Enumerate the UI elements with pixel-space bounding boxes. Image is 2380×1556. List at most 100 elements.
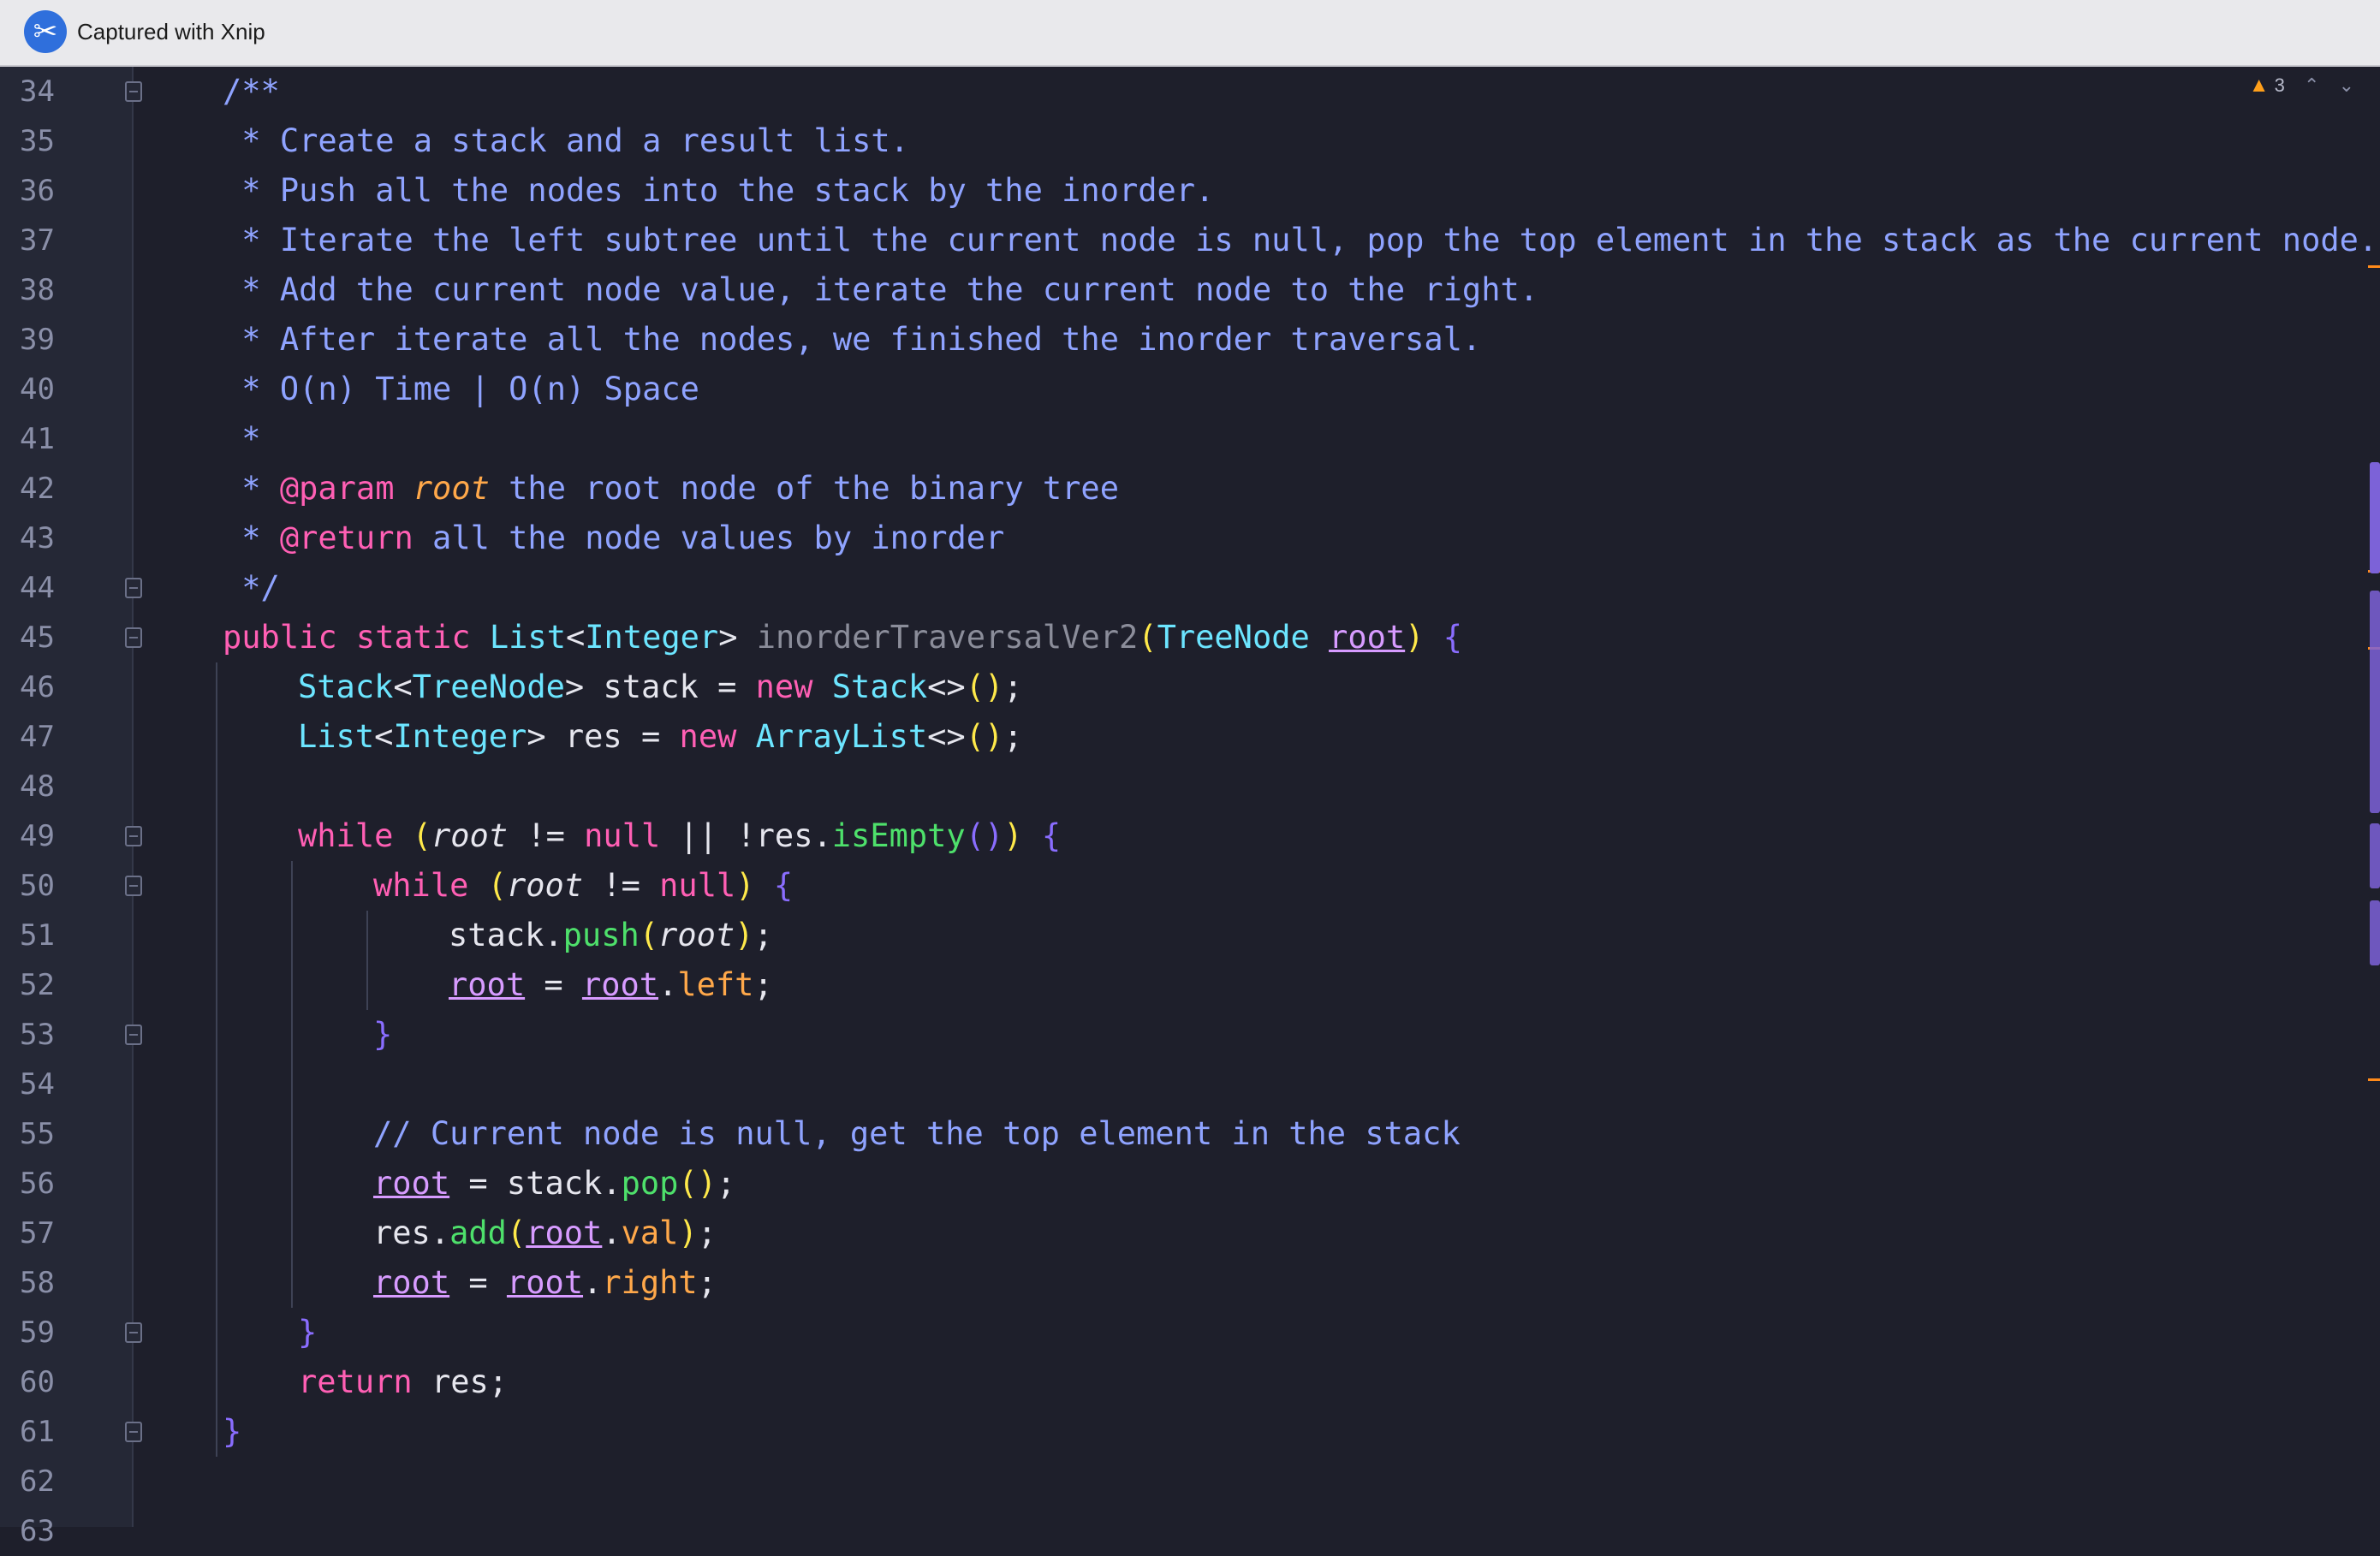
- code-line[interactable]: 39 * After iterate all the nodes, we fin…: [0, 315, 2380, 365]
- warning-marker[interactable]: [2368, 265, 2380, 268]
- fold-toggle-icon[interactable]: [125, 578, 142, 598]
- code-token: (): [965, 668, 1004, 705]
- code-token: /**: [223, 73, 280, 110]
- code-line[interactable]: 63: [0, 1506, 2380, 1556]
- code-line[interactable]: 62: [0, 1457, 2380, 1506]
- code-text: * O(n) Time | O(n) Space: [223, 365, 699, 414]
- title-bar: ✂ Captured with Xnip: [0, 0, 2380, 67]
- fold-toggle-icon[interactable]: [125, 876, 142, 896]
- code-line[interactable]: 45 public static List<Integer> inorderTra…: [0, 613, 2380, 662]
- code-token: ArrayList: [755, 718, 928, 755]
- code-line[interactable]: 41 *: [0, 414, 2380, 464]
- code-line[interactable]: 56 root = stack.pop();: [0, 1159, 2380, 1209]
- code-token: all the node values by inorder: [413, 520, 1005, 556]
- code-line[interactable]: 51 stack.push(root);: [0, 911, 2380, 960]
- code-line[interactable]: 47 List<Integer> res = new ArrayList<>();: [0, 712, 2380, 762]
- code-text: root = root.right;: [373, 1258, 717, 1308]
- code-line[interactable]: 34 /**: [0, 67, 2380, 116]
- code-line[interactable]: 50 while (root != null) {: [0, 861, 2380, 911]
- scrollbar-thumb[interactable]: [2370, 462, 2380, 573]
- code-token: ;: [716, 1165, 736, 1202]
- code-token: ;: [1003, 668, 1023, 705]
- code-line[interactable]: 44 */: [0, 563, 2380, 613]
- scrollbar-thumb[interactable]: [2370, 823, 2380, 888]
- code-token: <>: [927, 668, 966, 705]
- line-number: 57: [20, 1216, 55, 1250]
- code-token: !=: [583, 867, 660, 904]
- code-line[interactable]: 60 return res;: [0, 1357, 2380, 1407]
- code-token: <: [374, 718, 394, 755]
- code-line[interactable]: 54: [0, 1060, 2380, 1109]
- code-text: // Current node is null, get the top ele…: [373, 1109, 1461, 1159]
- code-line[interactable]: 55 // Current node is null, get the top e…: [0, 1109, 2380, 1159]
- code-text: root = stack.pop();: [373, 1159, 735, 1209]
- line-number: 35: [20, 124, 55, 158]
- line-number: 49: [20, 819, 55, 853]
- fold-toggle-icon[interactable]: [125, 1422, 142, 1442]
- code-line[interactable]: 61}: [0, 1407, 2380, 1457]
- code-line[interactable]: 57 res.add(root.val);: [0, 1209, 2380, 1258]
- code-token: Integer: [393, 718, 527, 755]
- window-title: Captured with Xnip: [77, 19, 265, 45]
- code-line[interactable]: 59}: [0, 1308, 2380, 1357]
- code-line[interactable]: 38 * Add the current node value, iterate…: [0, 265, 2380, 315]
- code-token: inorderTraversalVer2: [756, 619, 1139, 656]
- code-token: Stack: [298, 668, 394, 705]
- code-token: while: [373, 867, 488, 904]
- code-line[interactable]: 49 while (root != null || !res.isEmpty())…: [0, 811, 2380, 861]
- code-token: List: [489, 619, 566, 656]
- code-line[interactable]: 48: [0, 762, 2380, 811]
- scrollbar-thumb[interactable]: [2370, 900, 2380, 965]
- code-line[interactable]: 52 root = root.left;: [0, 960, 2380, 1010]
- line-number: 50: [20, 869, 55, 903]
- code-token: || !res.: [660, 817, 832, 854]
- code-line[interactable]: 46 Stack<TreeNode> stack = new Stack<>();: [0, 662, 2380, 712]
- code-line[interactable]: 37 * Iterate the left subtree until the …: [0, 216, 2380, 265]
- code-token: Integer: [585, 619, 719, 656]
- code-text: root = root.left;: [449, 960, 773, 1010]
- code-line[interactable]: 35 * Create a stack and a result list.: [0, 116, 2380, 166]
- code-token: res.: [373, 1215, 450, 1251]
- code-text: return res;: [298, 1357, 508, 1407]
- code-line[interactable]: 58 root = root.right;: [0, 1258, 2380, 1308]
- code-token: >: [718, 619, 757, 656]
- code-text: */: [223, 563, 280, 613]
- code-token: root: [413, 470, 490, 507]
- fold-toggle-icon[interactable]: [125, 81, 142, 102]
- code-token: left: [677, 966, 754, 1003]
- code-token: * Add the current node value, iterate th…: [223, 271, 1539, 308]
- line-number: 36: [20, 174, 55, 208]
- line-number: 52: [20, 968, 55, 1002]
- fold-toggle-icon[interactable]: [125, 1322, 142, 1343]
- line-number: 38: [20, 273, 55, 307]
- code-token: root: [431, 817, 509, 854]
- fold-toggle-icon[interactable]: [125, 826, 142, 846]
- code-token: * Push all the nodes into the stack by t…: [223, 172, 1215, 209]
- line-number: 60: [20, 1365, 55, 1399]
- code-line[interactable]: 53}: [0, 1010, 2380, 1060]
- warning-marker[interactable]: [2368, 1078, 2380, 1081]
- line-number: 53: [20, 1018, 55, 1052]
- code-token: right: [602, 1264, 698, 1301]
- code-token: isEmpty: [831, 817, 966, 854]
- code-token: .: [583, 1264, 603, 1301]
- code-line[interactable]: 42 * @param root the root node of the bi…: [0, 464, 2380, 514]
- line-number: 46: [20, 670, 55, 704]
- fold-toggle-icon[interactable]: [125, 1024, 142, 1045]
- code-text: *: [223, 414, 260, 464]
- code-line[interactable]: 36 * Push all the nodes into the stack b…: [0, 166, 2380, 216]
- line-number: 39: [20, 323, 55, 357]
- fold-toggle-icon[interactable]: [125, 627, 142, 648]
- code-token: null: [659, 867, 736, 904]
- line-number: 56: [20, 1167, 55, 1201]
- code-line[interactable]: 43 * @return all the node values by inor…: [0, 514, 2380, 563]
- code-token: .: [658, 966, 678, 1003]
- code-line[interactable]: 40 * O(n) Time | O(n) Space: [0, 365, 2380, 414]
- scrollbar-thumb[interactable]: [2370, 591, 2380, 813]
- code-token: *: [223, 470, 280, 507]
- code-text: while (root != null) {: [373, 861, 793, 911]
- code-token: res;: [431, 1363, 509, 1400]
